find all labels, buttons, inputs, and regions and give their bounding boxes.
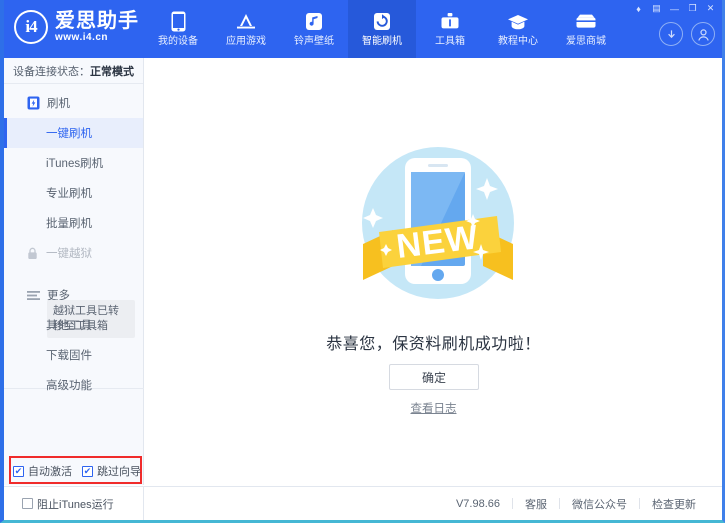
checkbox-box (13, 466, 24, 477)
header-right-icons (659, 22, 715, 46)
shop-icon (575, 11, 597, 33)
sidebar: 设备连接状态：正常模式 刷机 一键刷机 iTunes刷机 专业刷机 批量刷机 一… (4, 58, 144, 485)
main-content: NEW 恭喜您，保资料刷机成功啦！ 确定 查看日志 (145, 58, 722, 485)
status-bar-right: V7.98.66 客服 微信公众号 检查更新 (144, 496, 722, 512)
menu-icon[interactable]: ▤ (649, 2, 664, 15)
status-bar: 阻止iTunes运行 V7.98.66 客服 微信公众号 检查更新 (4, 486, 722, 520)
sidebar-section-title: 刷机 (47, 95, 70, 111)
sidebar-item-download-firmware[interactable]: 下载固件 (4, 340, 143, 370)
nav-item-tutorials[interactable]: 教程中心 (484, 0, 552, 58)
connection-label: 设备连接状态： (13, 63, 90, 79)
skip-setup-label: 跳过向导 (97, 463, 141, 479)
check-update-link[interactable]: 检查更新 (640, 496, 708, 512)
app-header: i4 爱思助手 www.i4.cn 我的设备 应用游戏 (4, 0, 722, 58)
sidebar-item-label: 批量刷机 (46, 215, 92, 231)
music-icon (303, 11, 325, 33)
sidebar-item-one-click-flash[interactable]: 一键刷机 (4, 118, 143, 148)
graduation-icon (507, 11, 529, 33)
nav-label: 应用游戏 (226, 36, 266, 48)
checkbox-box (22, 498, 33, 509)
sidebar-item-label: 专业刷机 (46, 185, 92, 201)
phone-icon (167, 11, 189, 33)
logo-text: 爱思助手 www.i4.cn (55, 11, 139, 44)
auto-activate-checkbox[interactable]: 自动激活 (13, 463, 72, 479)
sidebar-item-label: 一键刷机 (46, 125, 92, 141)
list-icon (26, 288, 40, 302)
nav-label: 工具箱 (435, 36, 465, 48)
device-connection-status: 设备连接状态：正常模式 (4, 58, 143, 84)
close-icon[interactable]: ✕ (703, 2, 718, 15)
maximize-icon[interactable]: ❐ (685, 2, 700, 15)
customer-service-link[interactable]: 客服 (513, 496, 559, 512)
sidebar-item-advanced[interactable]: 高级功能 (4, 370, 143, 400)
nav-item-apps-games[interactable]: 应用游戏 (212, 0, 280, 58)
main-nav: 我的设备 应用游戏 铃声壁纸 智能刷机 (144, 0, 620, 58)
status-bar-left: 阻止iTunes运行 (4, 487, 144, 521)
sidebar-item-one-click-jailbreak: 一键越狱 (4, 238, 143, 268)
nav-item-ringtones-wallpaper[interactable]: 铃声壁纸 (280, 0, 348, 58)
logo-name: 爱思助手 (55, 11, 139, 31)
skip-setup-checkbox[interactable]: 跳过向导 (82, 463, 141, 479)
logo-url: www.i4.cn (55, 31, 139, 44)
sidebar-item-other-tools[interactable]: 其他工具 (4, 310, 143, 340)
app-window: i4 爱思助手 www.i4.cn 我的设备 应用游戏 (0, 0, 725, 523)
nav-label: 我的设备 (158, 36, 198, 48)
window-controls: ♦ ▤ — ❐ ✕ (631, 2, 718, 15)
logo-badge-icon: i4 (14, 10, 48, 44)
nav-label: 铃声壁纸 (294, 36, 334, 48)
nav-label: 智能刷机 (362, 36, 402, 48)
block-itunes-label: 阻止iTunes运行 (37, 496, 114, 512)
new-badge-phone-illustration: NEW (349, 134, 527, 312)
refresh-icon (371, 11, 393, 33)
lock-icon (26, 246, 38, 260)
block-itunes-checkbox[interactable]: 阻止iTunes运行 (22, 496, 114, 512)
flash-options: 自动激活 跳过向导 (13, 462, 143, 480)
nav-label: 教程中心 (498, 36, 538, 48)
nav-item-smart-flash[interactable]: 智能刷机 (348, 0, 416, 58)
minimize-icon[interactable]: — (667, 2, 682, 15)
sidebar-item-pro-flash[interactable]: 专业刷机 (4, 178, 143, 208)
auto-activate-label: 自动激活 (28, 463, 72, 479)
sidebar-item-label: 下载固件 (46, 347, 92, 363)
download-icon[interactable] (659, 22, 683, 46)
success-message: 恭喜您，保资料刷机成功啦！ (145, 330, 722, 354)
sidebar-item-batch-flash[interactable]: 批量刷机 (4, 208, 143, 238)
appstore-icon (235, 11, 257, 33)
toolbox-icon (439, 11, 461, 33)
nav-item-store[interactable]: 爱思商城 (552, 0, 620, 58)
sidebar-item-label: iTunes刷机 (46, 155, 103, 171)
app-logo[interactable]: i4 爱思助手 www.i4.cn (14, 10, 139, 44)
nav-item-toolbox[interactable]: 工具箱 (416, 0, 484, 58)
sidebar-item-label: 一键越狱 (46, 245, 92, 261)
connection-value: 正常模式 (90, 63, 134, 79)
nav-item-my-device[interactable]: 我的设备 (144, 0, 212, 58)
view-log-link[interactable]: 查看日志 (145, 400, 722, 416)
sidebar-section-flash: 刷机 (4, 88, 143, 118)
checkbox-box (82, 466, 93, 477)
version-label: V7.98.66 (444, 498, 512, 510)
user-icon[interactable] (691, 22, 715, 46)
phone-flash-icon (26, 96, 40, 110)
nav-label: 爱思商城 (566, 36, 606, 48)
wechat-official-link[interactable]: 微信公众号 (560, 496, 639, 512)
confirm-button[interactable]: 确定 (389, 364, 479, 390)
sidebar-item-label: 高级功能 (46, 377, 92, 393)
skin-icon[interactable]: ♦ (631, 2, 646, 15)
sidebar-item-label: 其他工具 (46, 317, 92, 333)
sidebar-item-itunes-flash[interactable]: iTunes刷机 (4, 148, 143, 178)
